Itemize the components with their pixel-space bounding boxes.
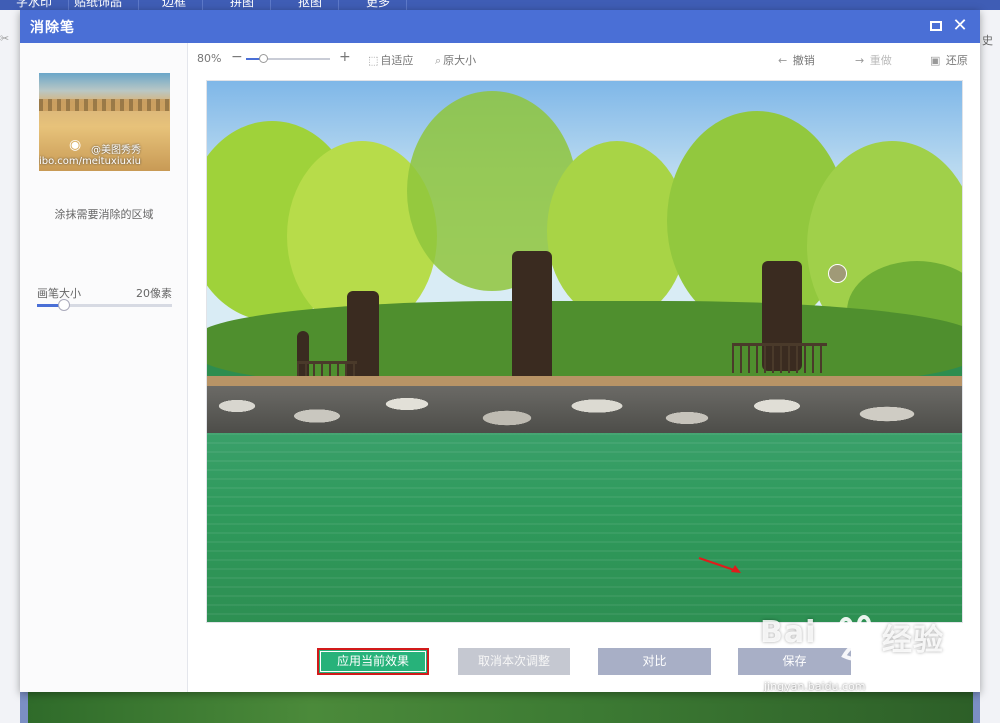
bg-tab-cutout[interactable]: 抠图	[282, 0, 340, 10]
fit-button[interactable]: ⬚ 自适应	[368, 52, 413, 68]
original-size-button[interactable]: ⌕ 原大小	[435, 52, 476, 68]
photo-rocks	[207, 386, 962, 438]
fit-label: 自适应	[380, 54, 414, 67]
baidu-paw-icon	[832, 615, 880, 661]
undo-button[interactable]: ← 撤销	[778, 52, 815, 68]
thumbnail-url: ibo.com/meituxiuxiu	[39, 156, 141, 167]
original-size-label: 原大小	[443, 54, 477, 67]
brush-size-label: 画笔大小	[37, 287, 81, 300]
eraser-dialog: 消除笔 ✕ ◉ @美图秀秀 ibo.com/meituxiuxiu 涂抹需要消除…	[20, 10, 980, 692]
weibo-icon: ◉	[69, 137, 82, 153]
bg-tab-collage[interactable]: 拼图	[214, 0, 272, 10]
zoom-slider[interactable]	[246, 54, 330, 63]
zoom-in-button[interactable]: +	[339, 49, 351, 65]
thumbnail-watermark: @美图秀秀	[91, 145, 141, 156]
brush-cursor	[828, 264, 847, 283]
watermark-brand: Bai	[760, 615, 817, 650]
dialog-title-bar[interactable]: 消除笔 ✕	[20, 10, 980, 43]
magnifier-icon: ⌕	[435, 54, 442, 67]
redo-button[interactable]: → 重做	[855, 52, 892, 68]
apply-effect-button[interactable]: 应用当前效果	[317, 648, 429, 675]
undo-label: 撤销	[792, 54, 815, 67]
erase-hint: 涂抹需要消除的区域	[54, 208, 154, 221]
brush-size-knob[interactable]	[58, 299, 70, 311]
zoom-knob[interactable]	[258, 54, 268, 63]
background-menu-bar: 字水印 贴纸饰品 边框 拼图 抠图 更多	[0, 0, 1000, 10]
fit-icon: ⬚	[368, 54, 379, 67]
preview-thumbnail: ◉ @美图秀秀 ibo.com/meituxiuxiu	[39, 73, 170, 171]
background-right-strip: 史	[980, 10, 1000, 723]
cancel-adjustment-button[interactable]: 取消本次调整	[458, 648, 570, 675]
redo-arrow-icon: →	[855, 54, 865, 67]
toolbar: 80% − + ⬚ 自适应 ⌕ 原大小 ← 撤销 → 重做 ▣ 还原	[188, 43, 980, 73]
image-icon: ▣	[930, 54, 941, 67]
compare-button[interactable]: 对比	[598, 648, 711, 675]
left-panel: ◉ @美图秀秀 ibo.com/meituxiuxiu 涂抹需要消除的区域 画笔…	[20, 43, 188, 692]
restore-button[interactable]: ▣ 还原	[930, 52, 968, 68]
bg-tab-border[interactable]: 边框	[146, 0, 204, 10]
close-icon[interactable]: ✕	[950, 16, 970, 36]
zoom-out-button[interactable]: −	[231, 49, 243, 65]
background-photo-strip	[28, 692, 973, 723]
photo-water	[207, 433, 962, 622]
scissors-icon: ✂	[0, 32, 10, 45]
brush-size-slider[interactable]	[37, 299, 172, 311]
restore-label: 还原	[945, 54, 968, 67]
maximize-icon[interactable]	[926, 16, 946, 36]
undo-arrow-icon: ←	[778, 54, 788, 67]
annotation-arrow	[698, 557, 741, 573]
bg-tab-more[interactable]: 更多	[350, 0, 408, 10]
editing-canvas[interactable]	[206, 80, 963, 623]
dialog-title: 消除笔	[30, 20, 75, 36]
bg-right-fragment: 史	[982, 34, 993, 47]
brush-size-value: 20像素	[136, 287, 172, 300]
redo-label: 重做	[869, 54, 892, 67]
bg-tab-stickers[interactable]: 贴纸饰品	[58, 0, 140, 10]
background-left-strip: ✂	[0, 10, 20, 723]
zoom-level: 80%	[197, 52, 222, 65]
watermark-url: jingyan.baidu.com	[764, 680, 866, 693]
watermark-experience: 经验	[882, 623, 944, 658]
